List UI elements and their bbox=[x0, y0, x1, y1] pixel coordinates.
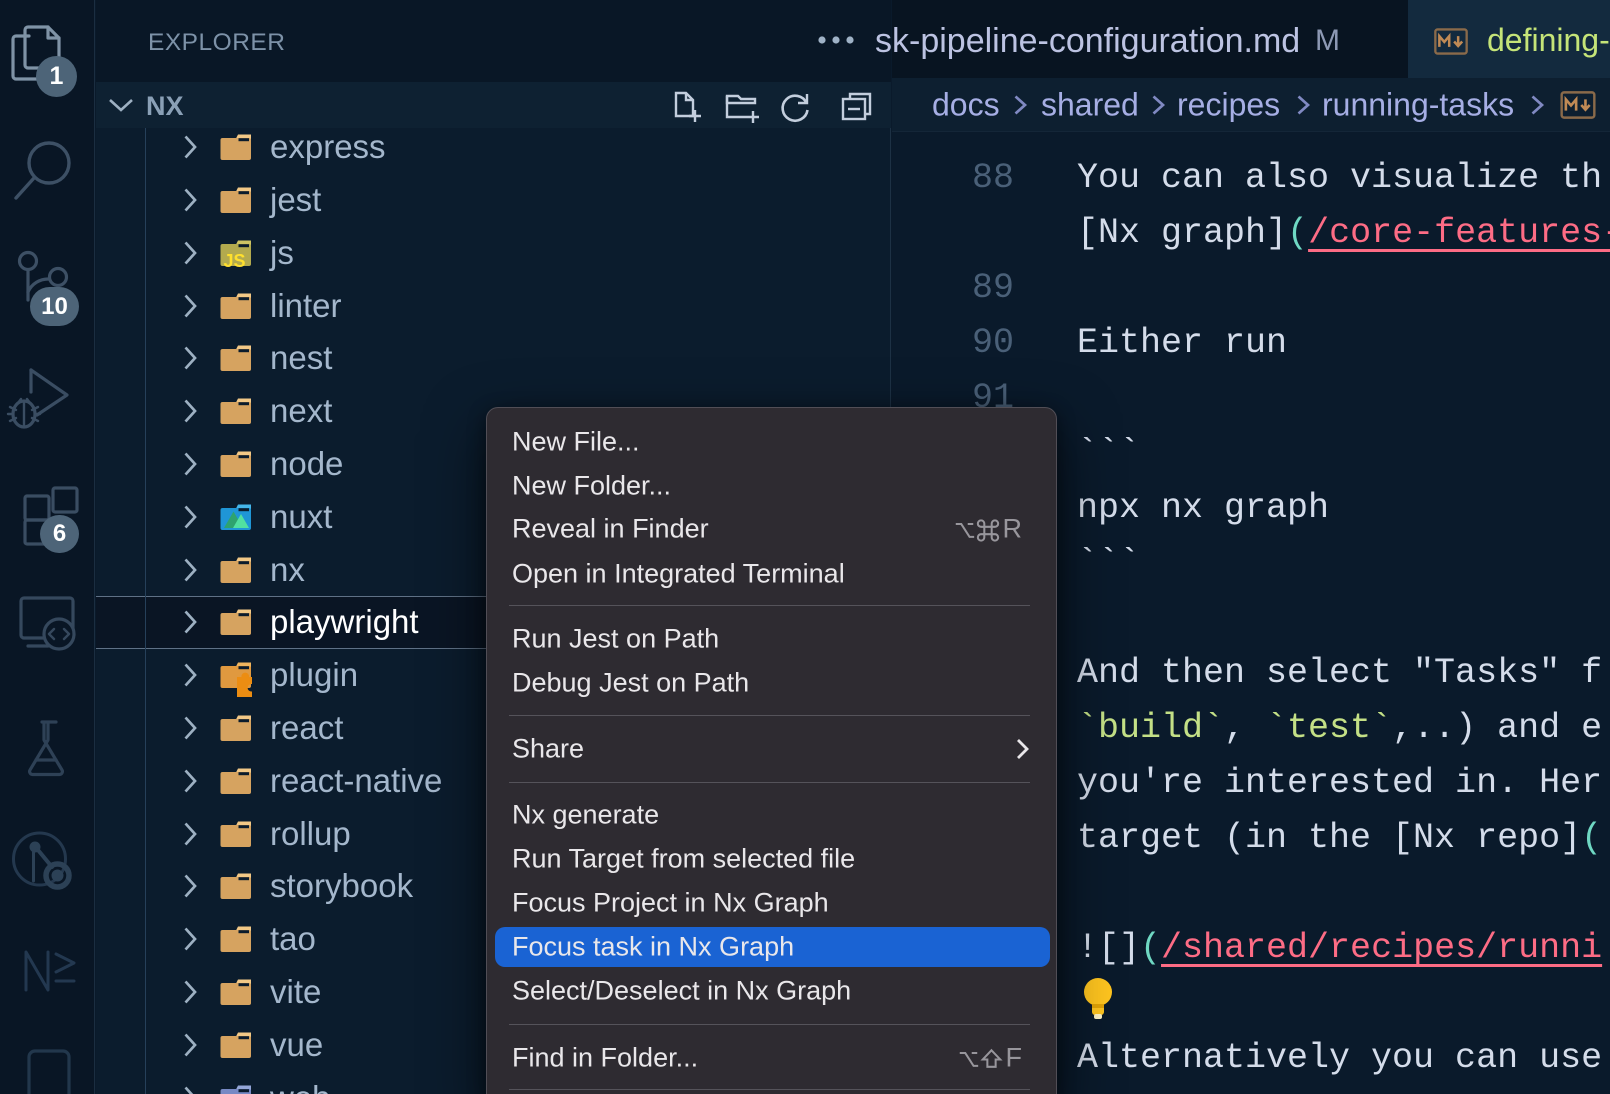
svg-text:JS: JS bbox=[224, 251, 246, 271]
